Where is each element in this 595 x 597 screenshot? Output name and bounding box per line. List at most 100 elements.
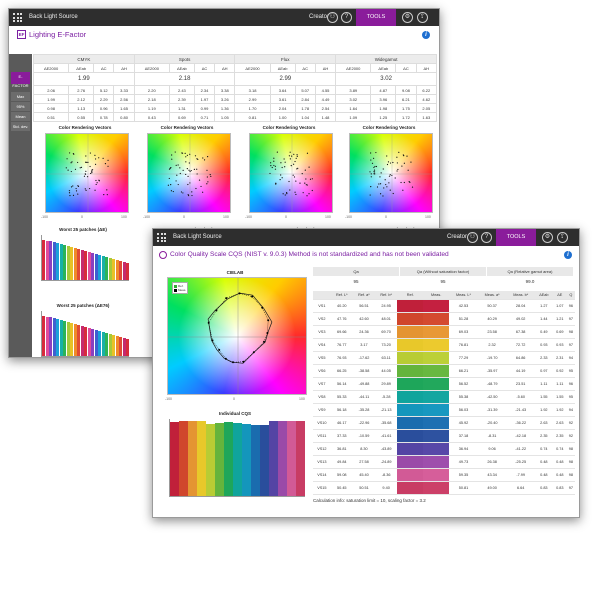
cqs-bar bbox=[179, 421, 188, 496]
help-icon[interactable]: ? bbox=[341, 12, 352, 23]
cqs-cell: VS7 bbox=[313, 377, 331, 391]
help-icon[interactable]: ? bbox=[481, 232, 492, 243]
cqs-cell: 76.81 bbox=[449, 338, 478, 352]
axis-tick: -100 bbox=[345, 215, 353, 219]
vector-point bbox=[297, 167, 299, 169]
legend-label-meas: Meas. bbox=[178, 288, 187, 292]
sidebar-item-95[interactable]: 95% bbox=[11, 102, 30, 111]
vector-point bbox=[188, 169, 190, 171]
cqs-cell: -43.89 bbox=[375, 442, 398, 456]
tools-tab[interactable]: TOOLS bbox=[356, 9, 396, 26]
vector-point bbox=[407, 169, 409, 171]
sidebar-item-efactor[interactable]: E-FACTOR bbox=[11, 72, 30, 88]
cqs-cell: 0.97 bbox=[534, 364, 553, 378]
metric-cell: 1.36 bbox=[214, 103, 236, 113]
vector-point bbox=[389, 174, 391, 176]
cqs-cell: 37.33 bbox=[330, 429, 353, 443]
gamut-point bbox=[232, 361, 234, 364]
creator-label[interactable]: Creator bbox=[309, 14, 329, 20]
worst-bar bbox=[126, 339, 129, 356]
metric-cell: 0.96 bbox=[93, 103, 115, 113]
cqs-cell: 50.37 bbox=[477, 299, 507, 313]
cielab-axis-max: 100 bbox=[299, 397, 305, 401]
cqs-cell: 72.72 bbox=[506, 338, 535, 352]
sidebar-item-max[interactable]: Max bbox=[11, 92, 30, 101]
vector-point bbox=[176, 174, 178, 176]
cqs-cell: 36.81 bbox=[330, 442, 353, 456]
cqs-cell: 96 bbox=[566, 299, 575, 313]
share-icon[interactable]: ⇪ bbox=[557, 232, 568, 243]
user-icon[interactable]: ⚇ bbox=[467, 232, 478, 243]
vector-point bbox=[181, 152, 184, 154]
worst-title: Worst 25 patches (ΔE) bbox=[59, 227, 107, 232]
axis-tick: -100 bbox=[41, 215, 49, 219]
metric-cell: 9.08 bbox=[395, 85, 417, 95]
axis-tick: 100 bbox=[425, 215, 431, 219]
cqs-cell: 55.38 bbox=[449, 390, 478, 404]
vector-point bbox=[86, 161, 88, 163]
column-header: ΔH bbox=[113, 63, 135, 73]
cqs-cell: 0.83 bbox=[552, 481, 567, 495]
column-header: ΔE2000 bbox=[32, 63, 70, 73]
vector-point bbox=[388, 182, 390, 184]
cqs-bar bbox=[215, 422, 224, 496]
settings-icon[interactable]: ⚙ bbox=[402, 12, 413, 23]
cqs-cell: 45.92 bbox=[449, 416, 478, 430]
vector-point bbox=[373, 173, 375, 175]
vector-point bbox=[274, 165, 276, 167]
vector-point bbox=[275, 182, 277, 184]
vector-point bbox=[177, 183, 179, 186]
vector-point bbox=[410, 161, 412, 163]
vector-point bbox=[294, 191, 296, 193]
sidebar-item-mean[interactable]: Mean bbox=[11, 112, 30, 121]
info-icon[interactable]: i bbox=[564, 251, 572, 259]
vector-point bbox=[279, 179, 281, 181]
metric-cell: 3.26 bbox=[214, 94, 236, 104]
vector-point bbox=[403, 181, 405, 184]
vector-point bbox=[269, 162, 272, 164]
vector-point bbox=[406, 155, 408, 157]
vector-point bbox=[94, 154, 96, 156]
sidebar-item-stddev[interactable]: Std. dev. bbox=[11, 122, 30, 131]
gamut-point bbox=[215, 309, 218, 312]
vector-point bbox=[396, 170, 398, 172]
cqs-cell: 96 bbox=[566, 377, 575, 391]
vector-point bbox=[296, 155, 298, 157]
metric-cell: 1.70 bbox=[234, 103, 271, 113]
cqs-cell: 0.49 bbox=[534, 325, 553, 339]
cqs-column-header: ΔEab bbox=[534, 291, 553, 300]
user-icon[interactable]: ⚇ bbox=[327, 12, 338, 23]
apps-grid-icon[interactable] bbox=[13, 13, 22, 22]
info-icon[interactable]: i bbox=[422, 31, 430, 39]
vector-point bbox=[189, 153, 191, 155]
cqs-cell: -5.60 bbox=[506, 390, 535, 404]
metric-cell: 0.43 bbox=[133, 112, 170, 122]
gamut-point bbox=[267, 319, 270, 322]
ref-swatch bbox=[397, 312, 424, 326]
cqs-cell: 0.92 bbox=[552, 364, 567, 378]
cqs-cell: 23.51 bbox=[506, 377, 535, 391]
vector-point bbox=[294, 160, 296, 163]
creator-label[interactable]: Creator bbox=[447, 234, 467, 240]
ref-swatch bbox=[397, 364, 424, 378]
vectors-title: Color Rendering Vectors bbox=[262, 125, 316, 130]
apps-grid-icon[interactable] bbox=[157, 233, 166, 242]
cqs-cell: 8.30 bbox=[352, 442, 376, 456]
meas-swatch bbox=[423, 416, 450, 430]
cqs-cell: 24.95 bbox=[375, 299, 398, 313]
vector-point bbox=[206, 169, 208, 171]
tools-tab[interactable]: TOOLS bbox=[496, 229, 536, 246]
cqs-header-row: Ref. L* Ref. a* Ref. b* Ref. Meas. Meas. L* Me… bbox=[313, 291, 575, 300]
vector-point bbox=[98, 157, 100, 159]
vector-point bbox=[311, 178, 313, 180]
metric-cell: 2.12 bbox=[68, 94, 95, 104]
share-icon[interactable]: ⇪ bbox=[417, 12, 428, 23]
cielab-axis-min: -100 bbox=[165, 397, 173, 401]
settings-icon[interactable]: ⚙ bbox=[542, 232, 553, 243]
cqs-cell: 49.84 bbox=[330, 455, 353, 469]
metric-cell: 2.56 bbox=[113, 94, 135, 104]
vector-point bbox=[371, 162, 374, 164]
cqs-cell: -44.11 bbox=[352, 390, 376, 404]
gamut-point bbox=[266, 332, 269, 334]
meas-swatch bbox=[423, 325, 450, 339]
